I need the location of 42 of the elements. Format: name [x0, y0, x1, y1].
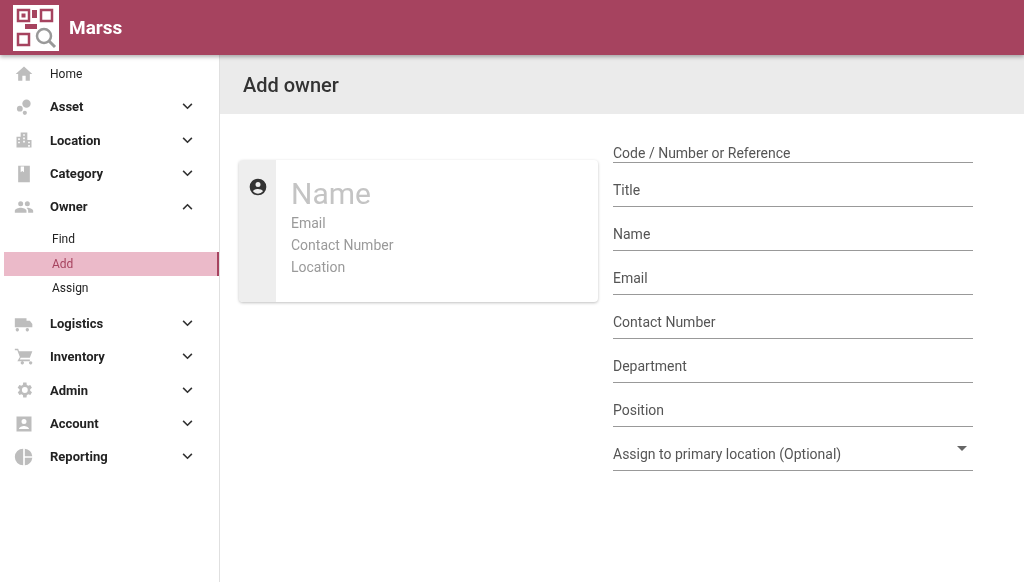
input-field[interactable]: Email	[613, 251, 973, 295]
input-field[interactable]: Code / Number or Reference	[613, 133, 973, 163]
input-field[interactable]: Department	[613, 339, 973, 383]
nav-item[interactable]: Category	[0, 156, 219, 191]
dropdown-arrow-icon	[957, 446, 967, 451]
nav-item[interactable]: Owner	[0, 190, 219, 224]
nav-label: Category	[50, 166, 105, 182]
input-field[interactable]: Position	[613, 383, 973, 427]
owner-detail-preview: Email	[291, 214, 327, 233]
nav-label: Asset	[50, 99, 85, 115]
nav-item[interactable]: Home	[0, 57, 219, 91]
building-icon	[14, 130, 34, 151]
input-field[interactable]: Title	[613, 163, 973, 207]
nav-label: Logistics	[50, 316, 105, 332]
nav-item[interactable]: Account	[0, 406, 219, 441]
submenu-item[interactable]: Assign	[4, 276, 219, 301]
logo-icon	[13, 4, 59, 51]
nav-label: Admin	[50, 382, 90, 398]
nav-item[interactable]: Logistics	[0, 307, 219, 341]
location-select[interactable]: Assign to primary location (Optional)	[613, 427, 973, 471]
nav-item[interactable]: Location	[0, 123, 219, 157]
nav-label: Account	[50, 416, 100, 431]
input-field[interactable]: Name	[613, 207, 973, 251]
nav-item[interactable]: Admin	[0, 373, 219, 407]
owner-detail-preview: Location	[291, 258, 347, 277]
input-field[interactable]: Contact Number	[613, 295, 973, 339]
pie-icon	[14, 446, 34, 467]
nav-item[interactable]: Inventory	[0, 340, 219, 374]
nav-label: Owner	[50, 199, 89, 215]
nav-item[interactable]: Asset	[0, 90, 219, 124]
submenu-item[interactable]: Find	[4, 227, 219, 252]
nav-label: Location	[50, 132, 102, 148]
cart-icon	[14, 346, 34, 367]
nav-label: Inventory	[50, 349, 106, 365]
page-title: Add owner	[243, 72, 339, 97]
app-title: Marss	[69, 16, 123, 39]
nav-item[interactable]: Reporting	[0, 440, 219, 474]
owner-name-preview: Name	[291, 176, 372, 212]
nav-label: Home	[50, 66, 84, 81]
submenu-item[interactable]: Add	[4, 252, 219, 277]
nav-label: Reporting	[50, 449, 109, 465]
owner-detail-preview: Contact Number	[291, 236, 394, 255]
